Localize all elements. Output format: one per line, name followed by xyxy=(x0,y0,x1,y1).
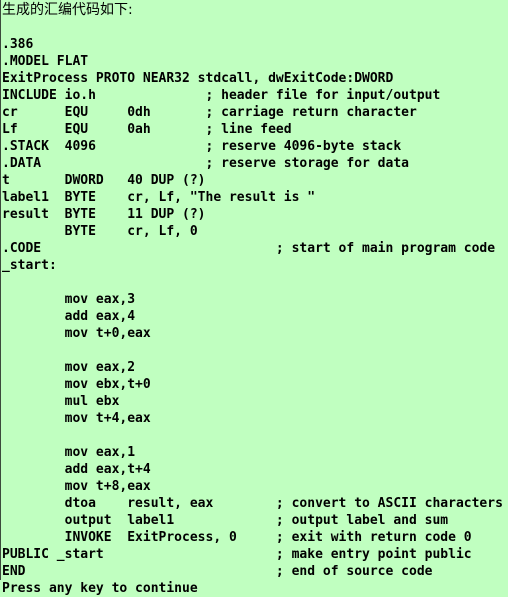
code-line: output label1 ; output label and sum xyxy=(2,513,449,528)
page-title: 生成的汇编代码如下: xyxy=(2,2,133,18)
code-line: INVOKE ExitProcess, 0 ; exit with return… xyxy=(2,530,472,545)
code-line: END ; end of source code xyxy=(2,564,433,579)
code-line: label1 BYTE cr, Lf, "The result is " xyxy=(2,190,316,205)
assembly-code-output-screen: 生成的汇编代码如下: .386 .MODEL FLAT ExitProcess PR… xyxy=(0,0,508,596)
code-line: t DWORD 40 DUP (?) xyxy=(2,173,206,188)
code-line: PUBLIC _start ; make entry point public xyxy=(2,547,472,562)
code-line: result BYTE 11 DUP (?) xyxy=(2,207,206,222)
code-line: .DATA ; reserve storage for data xyxy=(2,156,409,171)
code-line: cr EQU 0dh ; carriage return character xyxy=(2,105,417,120)
code-line: mov ebx,t+0 xyxy=(2,377,151,392)
left-edge-rule xyxy=(0,0,1,580)
code-line: .CODE ; start of main program code xyxy=(2,241,496,256)
code-line: BYTE cr, Lf, 0 xyxy=(2,224,198,239)
code-line: mul ebx xyxy=(2,394,120,409)
code-line: mov t+4,eax xyxy=(2,411,151,426)
code-line: .STACK 4096 ; reserve 4096-byte stack xyxy=(2,139,402,154)
assembly-code-listing: .386 .MODEL FLAT ExitProcess PROTO NEAR32 … xyxy=(2,36,506,597)
code-line: Lf EQU 0ah ; line feed xyxy=(2,122,292,137)
code-line: mov t+8,eax xyxy=(2,479,151,494)
code-line: add eax,4 xyxy=(2,309,136,324)
code-line: .386 xyxy=(2,37,34,52)
code-line: dtoa result, eax ; convert to ASCII char… xyxy=(2,496,503,511)
code-line: Press any key to continue xyxy=(2,581,198,596)
code-line: INCLUDE io.h ; header file for input/out… xyxy=(2,88,441,103)
code-line: ExitProcess PROTO NEAR32 stdcall, dwExit… xyxy=(2,71,394,86)
code-line: .MODEL FLAT xyxy=(2,54,89,69)
code-line: mov eax,3 xyxy=(2,292,136,307)
code-line: mov t+0,eax xyxy=(2,326,151,341)
code-line: add eax,t+4 xyxy=(2,462,151,477)
code-line: mov eax,1 xyxy=(2,445,136,460)
code-line: mov eax,2 xyxy=(2,360,136,375)
code-line: _start: xyxy=(2,258,57,273)
